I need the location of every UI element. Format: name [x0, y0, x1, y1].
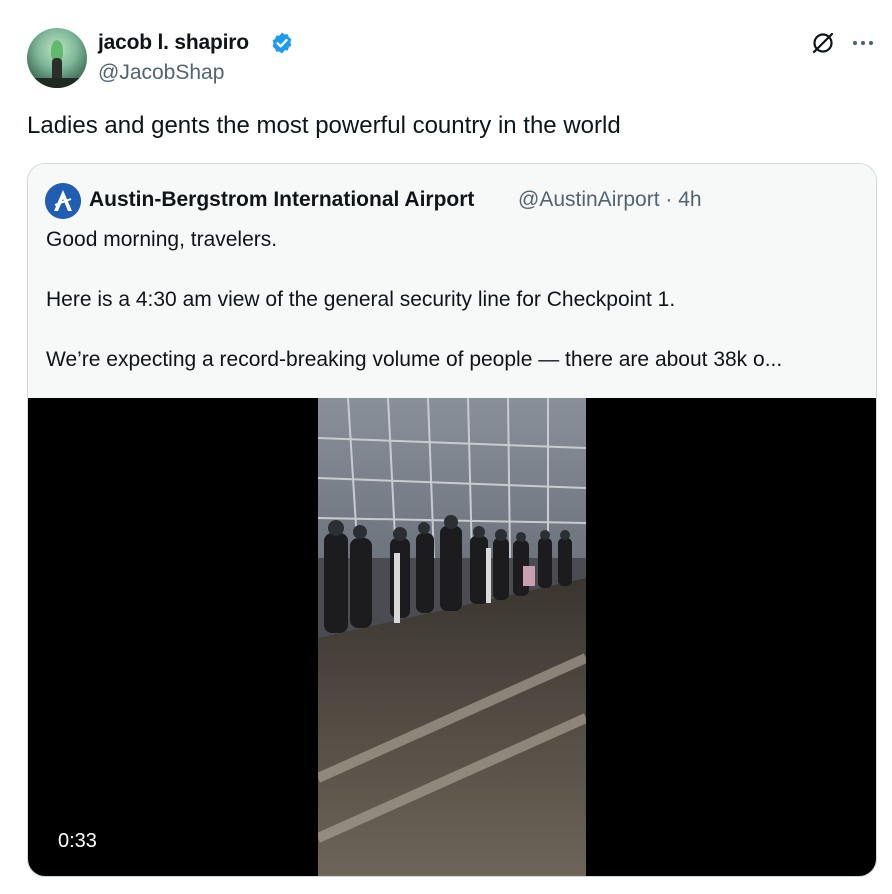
- verified-badge-icon: [272, 32, 292, 54]
- quoted-text-line: Here is a 4:30 am view of the general se…: [46, 288, 676, 311]
- quoted-tweet-header: Austin-Bergstrom International Airport @…: [28, 164, 876, 398]
- quoted-text-line: Good morning, travelers.: [46, 228, 278, 251]
- video-player[interactable]: 0:33: [28, 398, 876, 876]
- quoted-text-line: We’re expecting a record-breaking volume…: [46, 348, 783, 371]
- tweet-text: Ladies and gents the most powerful count…: [27, 112, 621, 139]
- author-name[interactable]: jacob l. shapiro: [98, 31, 249, 55]
- quoted-tweet-card[interactable]: Austin-Bergstrom International Airport @…: [27, 163, 877, 877]
- quoted-author-handle-time: @AustinAirport · 4h: [518, 188, 702, 211]
- author-handle[interactable]: @JacobShap: [98, 61, 224, 85]
- grok-icon[interactable]: [810, 30, 836, 56]
- airport-logo-icon: [45, 183, 81, 219]
- video-duration: 0:33: [58, 830, 97, 852]
- video-frame: [318, 398, 586, 876]
- quoted-author-name: Austin-Bergstrom International Airport: [89, 188, 475, 211]
- author-avatar[interactable]: [27, 28, 87, 88]
- more-options-icon[interactable]: [850, 30, 876, 56]
- avatar-ground-graphic: [27, 78, 87, 88]
